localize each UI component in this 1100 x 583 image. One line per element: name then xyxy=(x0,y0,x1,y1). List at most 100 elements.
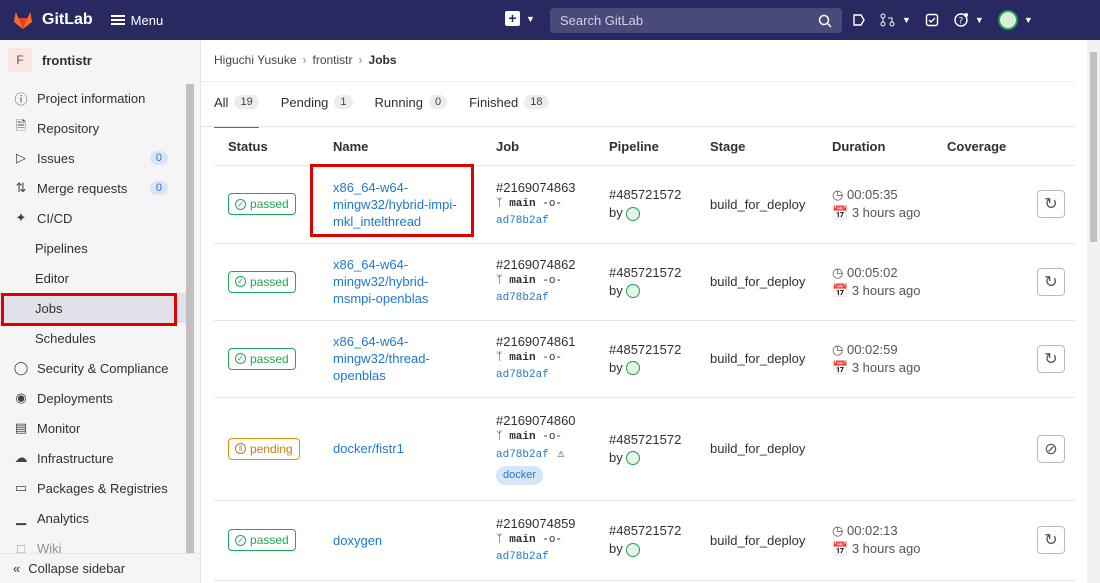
commit-sha-link[interactable]: ad78b2af xyxy=(496,213,595,230)
collapse-sidebar-button[interactable]: « Collapse sidebar xyxy=(0,553,200,583)
duration-text: 00:02:59 xyxy=(846,341,898,357)
sidebar-item-security-compliance[interactable]: ◯ Security & Compliance xyxy=(0,353,190,383)
tab-pending[interactable]: Pending 1 xyxy=(281,95,353,128)
sidebar-item-editor[interactable]: Editor xyxy=(0,263,190,293)
column-header-name: Name xyxy=(319,128,482,166)
job-id-link[interactable]: #2169074859 xyxy=(496,515,595,532)
branch-link[interactable]: main xyxy=(509,275,535,287)
pipeline-link[interactable]: #485721572 xyxy=(609,264,696,282)
column-header-status: Status xyxy=(214,128,319,166)
rocket-icon: ✦ xyxy=(15,210,27,225)
sidebar-item-monitor[interactable]: ▤ Monitor xyxy=(0,413,190,443)
job-id-link[interactable]: #2169074863 xyxy=(496,179,595,196)
retry-button[interactable]: ↻ xyxy=(1037,190,1065,218)
pipeline-link[interactable]: #485721572 xyxy=(609,522,696,540)
retry-icon: ↻ xyxy=(1044,196,1058,213)
commit-icon: -o- xyxy=(542,431,563,443)
status-badge[interactable]: ✓ passed xyxy=(228,193,296,215)
sidebar-item-deployments[interactable]: ◉ Deployments xyxy=(0,383,190,413)
retry-icon: ↻ xyxy=(1044,350,1058,368)
sidebar-project-link[interactable]: F frontistr xyxy=(0,40,200,80)
coverage-cell xyxy=(933,397,1023,501)
scrollbar-thumb[interactable] xyxy=(1090,52,1097,242)
help-icon[interactable]: ? ▼ xyxy=(953,12,984,28)
retry-button[interactable]: ↻ xyxy=(1037,267,1065,296)
commit-sha-link[interactable]: ad78b2af xyxy=(496,367,595,384)
sidebar-item-schedules[interactable]: Schedules xyxy=(0,323,190,353)
shield-icon: ◯ xyxy=(13,360,29,375)
avatar[interactable] xyxy=(625,206,640,221)
user-menu-button[interactable]: ▼ xyxy=(997,10,1033,30)
column-header-stage: Stage xyxy=(696,128,818,166)
branch-icon: ᛉ xyxy=(496,431,510,443)
status-badge[interactable]: ‖ pending xyxy=(228,437,300,460)
status-badge[interactable]: ✓ passed xyxy=(228,347,296,370)
branch-link[interactable]: main xyxy=(509,431,535,443)
status-text: passed xyxy=(250,274,289,289)
duration-text: 00:05:02 xyxy=(846,264,898,280)
search-box[interactable] xyxy=(550,8,842,33)
todo-icon[interactable] xyxy=(925,13,939,27)
avatar[interactable] xyxy=(625,542,640,557)
avatar[interactable] xyxy=(625,284,640,299)
tab-label: All xyxy=(214,95,229,110)
menu-button[interactable]: Menu xyxy=(110,12,164,28)
status-badge[interactable]: ✓ passed xyxy=(228,270,296,293)
sidebar-item-packages-registries[interactable]: ▭ Packages & Registries xyxy=(0,473,190,503)
status-badge[interactable]: ✓ passed xyxy=(228,529,296,551)
gitlab-home-link[interactable]: GitLab xyxy=(12,10,93,30)
issues-icon: ▷ xyxy=(16,150,26,165)
column-header-coverage: Coverage xyxy=(933,128,1023,166)
sidebar-item-project-information[interactable]: ⓘ Project information xyxy=(0,83,190,113)
page-scrollbar[interactable] xyxy=(1087,40,1100,583)
job-name-link[interactable]: docker/fistr1 xyxy=(319,397,482,501)
tab-running[interactable]: Running 0 xyxy=(375,95,448,128)
sidebar-item-pipelines[interactable]: Pipelines xyxy=(0,233,190,263)
avatar[interactable] xyxy=(625,361,640,376)
commit-sha-link[interactable]: ad78b2af xyxy=(496,449,549,461)
commit-sha-link[interactable]: ad78b2af xyxy=(496,549,595,566)
avatar[interactable] xyxy=(625,451,640,466)
new-dropdown-button[interactable]: + ▼ xyxy=(505,11,535,26)
breadcrumb-user-link[interactable]: Higuchi Yusuke xyxy=(214,53,297,67)
retry-button[interactable]: ↻ xyxy=(1037,526,1065,554)
tab-finished[interactable]: Finished 18 xyxy=(469,95,549,128)
job-id-link[interactable]: #2169074860 xyxy=(496,412,595,429)
coverage-cell xyxy=(933,243,1023,321)
stage-text: build_for_deploy xyxy=(696,165,818,244)
sidebar-item-repository[interactable]: 🗎 Repository xyxy=(0,113,190,143)
breadcrumb-project-link[interactable]: frontistr xyxy=(313,53,353,67)
branch-link[interactable]: main xyxy=(509,198,535,210)
sidebar-item-issues[interactable]: ▷ Issues 0 xyxy=(0,143,190,173)
job-name-link[interactable]: x86_64-w64- mingw32/hybrid- msmpi-openbl… xyxy=(319,243,482,321)
sidebar-item-merge-requests[interactable]: ⇅ Merge requests 0 xyxy=(0,173,190,203)
pipeline-link[interactable]: #485721572 xyxy=(609,431,696,449)
job-id-link[interactable]: #2169074861 xyxy=(496,333,595,350)
job-id-link[interactable]: #2169074862 xyxy=(496,256,595,273)
merge-requests-nav-icon[interactable]: ▼ xyxy=(880,13,911,27)
column-header-job: Job xyxy=(482,128,595,166)
tab-count-badge: 1 xyxy=(334,95,353,109)
pipeline-link[interactable]: #485721572 xyxy=(609,186,696,204)
job-name-link[interactable]: x86_64-w64- mingw32/thread- openblas xyxy=(319,320,482,398)
tab-all[interactable]: All 19 xyxy=(214,95,259,128)
menu-label: Menu xyxy=(130,12,164,28)
svg-text:?: ? xyxy=(958,17,963,27)
commit-icon: -o- xyxy=(542,352,563,364)
pipeline-link[interactable]: #485721572 xyxy=(609,341,696,359)
sidebar-item-cicd[interactable]: ✦ CI/CD xyxy=(0,203,190,233)
cancel-button[interactable]: ⊘ xyxy=(1037,434,1065,463)
sidebar-item-infrastructure[interactable]: ☁ Infrastructure xyxy=(0,443,190,473)
breadcrumb-current[interactable]: Jobs xyxy=(369,53,397,67)
sidebar-item-analytics[interactable]: ▁ Analytics xyxy=(0,503,190,533)
chart-icon: ▁ xyxy=(16,510,26,525)
branch-link[interactable]: main xyxy=(509,534,535,546)
branch-link[interactable]: main xyxy=(509,352,535,364)
search-input[interactable] xyxy=(560,13,818,28)
job-name-link[interactable]: doxygen xyxy=(319,500,482,581)
retry-button[interactable]: ↻ xyxy=(1037,344,1065,373)
commit-sha-link[interactable]: ad78b2af xyxy=(496,290,595,307)
job-name-line: openblas xyxy=(333,368,386,383)
sidebar-scrollbar[interactable] xyxy=(186,84,194,554)
issues-nav-icon[interactable] xyxy=(852,13,866,27)
